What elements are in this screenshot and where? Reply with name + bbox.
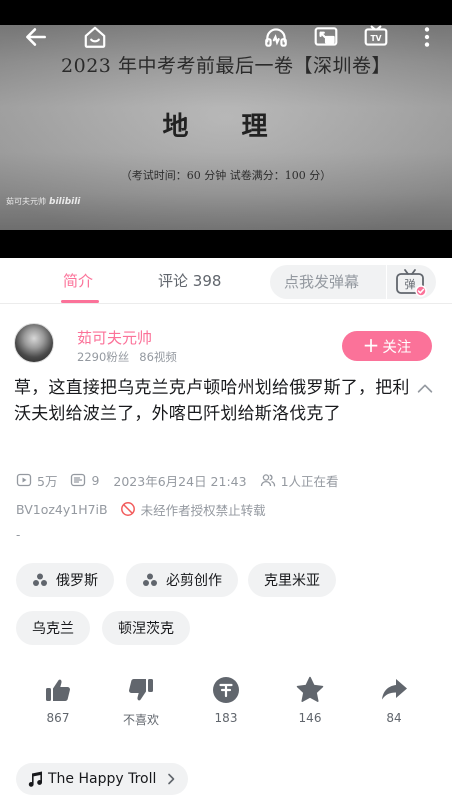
tag-label: 顿涅茨克 <box>118 621 174 637</box>
tab-comments-label: 评论 <box>158 272 189 290</box>
music-note-icon <box>28 771 42 787</box>
watching-count: 1人正在看 <box>280 473 339 489</box>
video-watermark: 茹可夫元帅 bilibili <box>6 196 80 207</box>
coin-count: 183 <box>214 711 238 725</box>
video-frame-title-text: 2023 年中考考前最后一卷【深圳卷】 <box>61 55 391 77</box>
like-button[interactable]: 867 <box>26 675 90 725</box>
audio-mode-icon[interactable] <box>261 22 291 52</box>
bvid: BV1oz4y1H7iB <box>16 501 108 517</box>
bgm-title: The Happy Troll <box>48 771 157 787</box>
uploader-name[interactable]: 茹可夫元帅 <box>77 327 152 348</box>
more-vertical-icon[interactable] <box>412 22 442 52</box>
danmaku-count-icon <box>71 473 86 487</box>
tab-comments[interactable]: 评论 398 <box>158 258 221 304</box>
favorite-count: 146 <box>298 711 322 725</box>
video-id-row: BV1oz4y1H7iB 未经作者授权禁止转载 <box>16 500 266 518</box>
video-frame-subject-text: 地 理 <box>162 112 290 142</box>
play-count-icon <box>16 473 32 487</box>
watching-people-icon <box>260 474 275 487</box>
follow-label: 关注 <box>382 339 412 356</box>
tag-label: 俄罗斯 <box>56 573 98 589</box>
share-button[interactable]: 84 <box>362 675 426 725</box>
svg-text:TV: TV <box>370 34 381 43</box>
tag-chip[interactable]: 克里米亚 <box>248 563 336 597</box>
tab-comments-count: 398 <box>192 272 222 290</box>
plus-icon: + <box>362 333 380 357</box>
back-arrow-icon[interactable] <box>21 22 51 52</box>
tag-chip[interactable]: 乌克兰 <box>16 611 90 645</box>
tag-label: 乌克兰 <box>32 621 74 637</box>
video-meta: 5万 9 2023年6月24日 21:43 1人正在看 <box>16 471 339 489</box>
uploader-stats: 2290粉丝 86视频 <box>77 349 177 365</box>
dislike-label: 不喜欢 <box>122 713 159 727</box>
favorite-button[interactable]: 146 <box>278 675 342 725</box>
thumbs-down-icon <box>129 679 153 701</box>
follow-button[interactable]: + 关注 <box>342 331 432 361</box>
danmaku-count: 9 <box>91 472 100 488</box>
danmaku-bar: 弹 <box>270 265 436 299</box>
tag-label: 克里米亚 <box>264 573 320 589</box>
chevron-up-icon[interactable] <box>414 378 436 400</box>
watermark-user: 茹可夫元帅 <box>6 197 46 206</box>
danmaku-input[interactable] <box>284 265 384 299</box>
coin-icon <box>213 677 239 703</box>
uploader-avatar[interactable] <box>14 323 54 363</box>
uploader-fans: 2290粉丝 <box>77 350 130 364</box>
view-count: 5万 <box>37 473 58 489</box>
picture-in-picture-icon[interactable] <box>311 22 341 52</box>
like-count: 867 <box>46 711 70 725</box>
home-icon[interactable] <box>80 22 110 52</box>
tag-chip[interactable]: 必剪创作 <box>126 563 238 597</box>
tab-active-indicator <box>61 300 99 303</box>
bgm-chip[interactable]: The Happy Troll <box>16 763 189 795</box>
video-frame-note-text: （考试时间：60 分钟 试卷满分：100 分） <box>120 169 332 182</box>
danmaku-divider <box>386 265 387 299</box>
forbidden-icon <box>120 502 135 516</box>
channel-dots-icon <box>143 573 157 586</box>
share-count: 84 <box>386 711 402 725</box>
video-description: - <box>16 528 21 542</box>
tv-cast-icon[interactable]: TV <box>361 22 391 52</box>
danmaku-toggle-icon[interactable]: 弹 <box>393 267 427 297</box>
chevron-right-icon <box>168 773 175 785</box>
video-title: 草，这直接把乌克兰克卢顿哈州划给俄罗斯了，把利沃夫划给波兰了，外喀巴阡划给斯洛伐… <box>14 378 410 424</box>
coin-button[interactable]: 183 <box>194 675 258 725</box>
copyright-notice: 未经作者授权禁止转载 <box>140 502 266 518</box>
tag-chip[interactable]: 俄罗斯 <box>16 563 114 597</box>
dislike-button[interactable]: 不喜欢 <box>109 675 173 728</box>
star-icon <box>296 676 324 702</box>
danmaku-toggle-text: 弹 <box>405 277 416 291</box>
tag-label: 必剪创作 <box>166 573 222 589</box>
content-tabs: 简介 评论 398 弹 <box>0 258 452 304</box>
video-player[interactable]: 2023 年中考考前最后一卷【深圳卷】 地 理 （考试时间：60 分钟 试卷满分… <box>0 0 452 258</box>
tag-chip[interactable]: 顿涅茨克 <box>102 611 190 645</box>
channel-dots-icon <box>33 573 47 586</box>
publish-date: 2023年6月24日 21:43 <box>113 473 247 489</box>
watermark-brand: bilibili <box>49 197 81 207</box>
share-arrow-icon <box>382 679 407 700</box>
uploader-videos: 86视频 <box>139 350 177 364</box>
thumbs-up-icon <box>46 679 70 701</box>
tab-intro[interactable]: 简介 <box>63 258 93 304</box>
